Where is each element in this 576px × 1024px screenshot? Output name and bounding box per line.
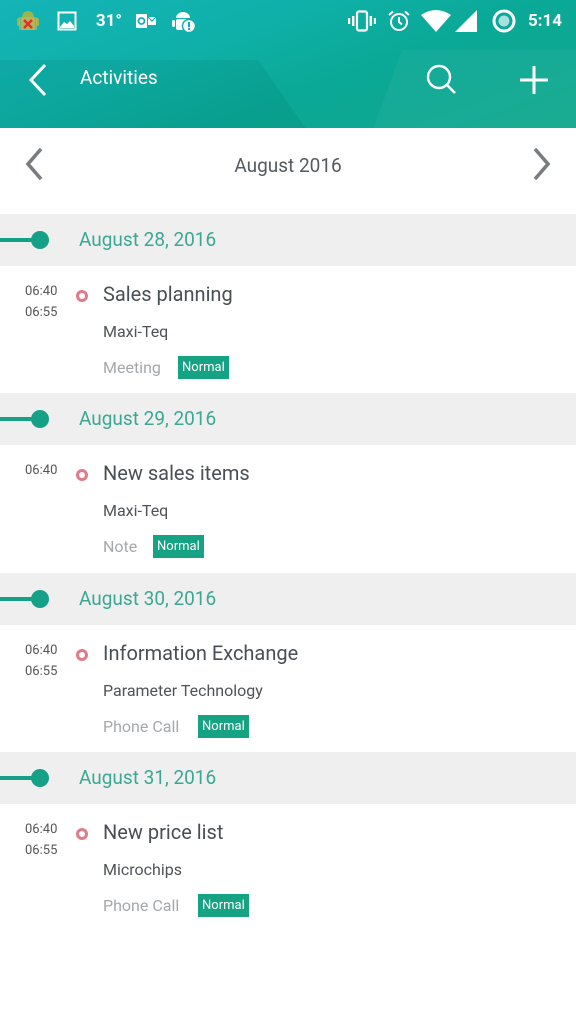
chevron-left-icon <box>28 63 47 97</box>
activity-type: Phone Call <box>103 896 180 915</box>
back-button[interactable] <box>18 58 58 102</box>
header: 31° 5:14 Activities <box>0 0 576 128</box>
page-title: Activities <box>80 66 158 89</box>
activity-company: Microchips <box>103 860 182 879</box>
start-time: 06:40 <box>25 643 58 658</box>
android-error-icon <box>14 8 42 34</box>
outlook-icon <box>135 8 157 34</box>
status-ring-icon <box>76 290 88 302</box>
image-icon <box>56 8 78 34</box>
timeline-dot <box>31 410 49 428</box>
priority-badge: Normal <box>198 894 249 917</box>
app-bar: Activities <box>0 44 576 128</box>
day-date: August 29, 2016 <box>79 407 217 430</box>
activity-item[interactable]: 06:40 06:55 Information Exchange Paramet… <box>0 625 576 752</box>
start-time: 06:40 <box>25 284 58 299</box>
priority-badge: Normal <box>178 356 229 379</box>
month-navigator: August 2016 <box>0 128 576 214</box>
temperature-text: 31° <box>95 11 123 31</box>
priority-badge: Normal <box>198 715 249 738</box>
clock-text: 5:14 <box>527 11 563 31</box>
timeline-dot <box>31 769 49 787</box>
alarm-icon <box>386 8 412 34</box>
activity-type: Phone Call <box>103 717 180 736</box>
month-label: August 2016 <box>234 154 342 177</box>
activity-item[interactable]: 06:40 New sales items Maxi-Teq Note Norm… <box>0 445 576 572</box>
plus-icon <box>520 66 548 94</box>
wifi-icon <box>420 8 452 34</box>
end-time: 06:55 <box>25 843 58 858</box>
android-alert-icon <box>170 8 198 34</box>
chevron-right-icon <box>533 147 551 181</box>
search-button[interactable] <box>420 58 464 102</box>
activity-company: Maxi-Teq <box>103 322 169 341</box>
activity-company: Parameter Technology <box>103 681 263 700</box>
end-time: 06:55 <box>25 305 58 320</box>
end-time: 06:55 <box>25 664 58 679</box>
timeline-dot <box>31 231 49 249</box>
vibrate-icon <box>347 8 377 34</box>
priority-badge: Normal <box>153 535 204 558</box>
day-date: August 28, 2016 <box>79 228 217 251</box>
activity-title: Information Exchange <box>103 641 299 665</box>
battery-saver-icon <box>490 8 518 34</box>
day-header: August 28, 2016 <box>0 214 576 266</box>
activity-title: New price list <box>103 820 224 844</box>
activity-title: Sales planning <box>103 282 233 306</box>
status-ring-icon <box>76 469 88 481</box>
search-icon <box>426 64 456 94</box>
timeline-dot <box>31 590 49 608</box>
activity-type: Note <box>103 537 138 556</box>
day-date: August 30, 2016 <box>79 587 217 610</box>
next-month-button[interactable] <box>522 144 562 184</box>
status-ring-icon <box>76 649 88 661</box>
add-activity-button[interactable] <box>512 58 556 102</box>
activity-company: Maxi-Teq <box>103 501 169 520</box>
day-header: August 30, 2016 <box>0 573 576 625</box>
day-date: August 31, 2016 <box>79 766 217 789</box>
start-time: 06:40 <box>25 463 58 478</box>
day-header: August 29, 2016 <box>0 393 576 445</box>
activity-item[interactable]: 06:40 06:55 New price list Microchips Ph… <box>0 804 576 931</box>
status-bar: 31° 5:14 <box>0 0 576 44</box>
start-time: 06:40 <box>25 822 58 837</box>
status-ring-icon <box>76 828 88 840</box>
activity-item[interactable]: 06:40 06:55 Sales planning Maxi-Teq Meet… <box>0 266 576 393</box>
activity-type: Meeting <box>103 358 161 377</box>
day-header: August 31, 2016 <box>0 752 576 804</box>
activity-title: New sales items <box>103 461 250 485</box>
cellular-signal-icon <box>454 8 478 34</box>
